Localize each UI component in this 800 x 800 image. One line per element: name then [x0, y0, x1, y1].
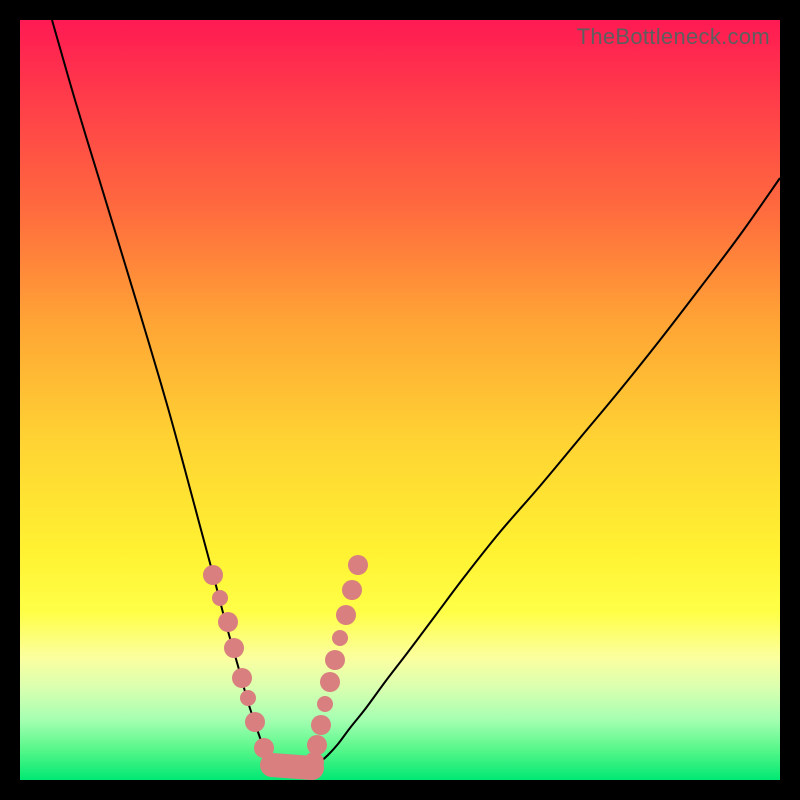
marker-dot [342, 580, 362, 600]
marker-dot [325, 650, 345, 670]
chart-area: TheBottleneck.com [20, 20, 780, 780]
chart-svg [20, 20, 780, 780]
markers-left [203, 565, 274, 758]
marker-dot [307, 735, 327, 755]
marker-dot [336, 605, 356, 625]
marker-dot [317, 696, 333, 712]
marker-dot [304, 752, 324, 772]
marker-dot [311, 715, 331, 735]
marker-dot [218, 612, 238, 632]
markers-right [304, 555, 368, 772]
marker-dot [224, 638, 244, 658]
marker-dot [245, 712, 265, 732]
marker-dot [203, 565, 223, 585]
marker-dot [332, 630, 348, 646]
marker-dot [320, 672, 340, 692]
right-curve [312, 178, 780, 768]
watermark-text: TheBottleneck.com [577, 24, 770, 50]
marker-dot [232, 668, 252, 688]
marker-dot [240, 690, 256, 706]
marker-dot [212, 590, 228, 606]
marker-dot [254, 738, 274, 758]
marker-dot [348, 555, 368, 575]
